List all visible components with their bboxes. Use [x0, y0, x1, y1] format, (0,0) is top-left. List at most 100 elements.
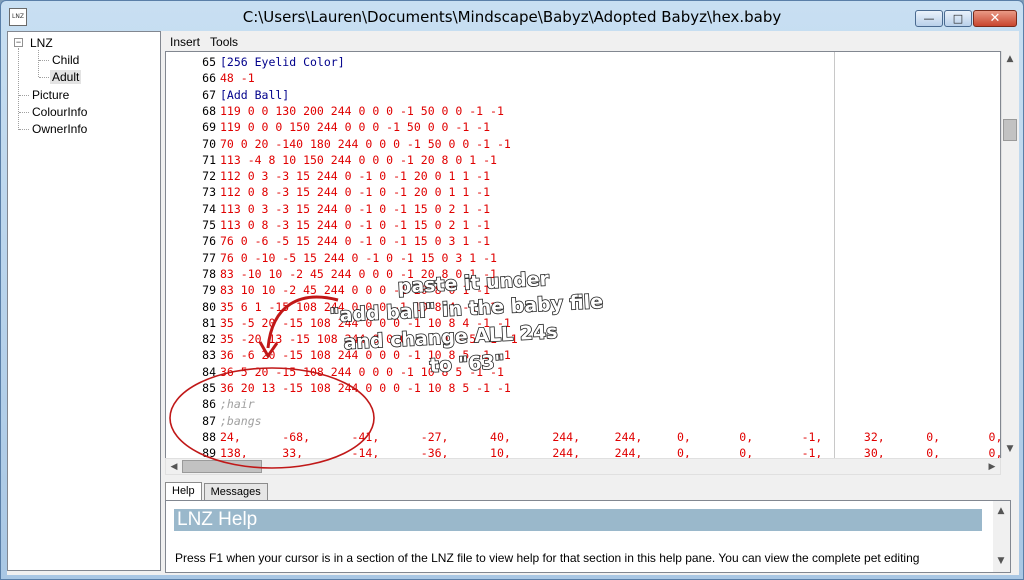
scroll-up-icon[interactable]: ▲: [993, 503, 1009, 519]
tree-item-lnz[interactable]: LNZ: [30, 35, 53, 51]
line-number: 78: [202, 266, 216, 281]
line-number: 74: [202, 201, 216, 216]
line-text: 112 0 8 -3 15 244 0 -1 0 -1 20 0 1 1 -1: [220, 185, 491, 200]
scroll-thumb[interactable]: [182, 460, 262, 473]
menu-insert[interactable]: Insert: [165, 33, 205, 51]
help-title: LNZ Help: [174, 509, 982, 531]
code-line[interactable]: 89 138, 33, -14, -36, 10, 244, 244, 0, 0,…: [170, 445, 1000, 459]
title-bar[interactable]: LNZ C:\Users\Lauren\Documents\Mindscape\…: [1, 1, 1023, 31]
scroll-up-icon[interactable]: ▲: [1002, 51, 1018, 67]
tree-connector: [39, 77, 49, 78]
help-pane: LNZ Help Press F1 when your cursor is in…: [165, 500, 1011, 573]
code-line[interactable]: 68 119 0 0 130 200 244 0 0 0 -1 50 0 0 -1…: [170, 103, 504, 119]
scroll-right-icon[interactable]: ▶: [984, 459, 1000, 475]
code-line[interactable]: 77 76 0 -10 -5 15 244 0 -1 0 -1 15 0 3 1 …: [170, 250, 497, 266]
collapse-icon[interactable]: −: [14, 38, 23, 47]
bottom-tabs: Help Messages: [165, 482, 270, 501]
tree-item-label: Adult: [50, 70, 82, 84]
code-line[interactable]: 81 35 -5 20 -15 108 244 0 0 0 -1 10 8 4 -…: [170, 315, 511, 331]
client-area: − LNZ Child Adult Picture ColourInfo Own…: [7, 31, 1019, 575]
tree-connector: [19, 129, 29, 130]
tree-connector: [18, 48, 19, 130]
line-number: 84: [202, 364, 216, 379]
scroll-thumb[interactable]: [1003, 119, 1017, 141]
tree-connector: [19, 95, 29, 96]
line-number: 75: [202, 218, 216, 232]
horizontal-scrollbar[interactable]: ◀ ▶: [165, 458, 1001, 475]
tab-help[interactable]: Help: [165, 482, 202, 500]
line-number: 83: [202, 348, 216, 363]
tree-connector: [19, 112, 29, 113]
line-text: 36 -6 20 -15 108 244 0 0 0 -1 10 8 5 -1 …: [220, 348, 511, 363]
code-line[interactable]: 87 ;bangs: [170, 413, 261, 429]
code-line[interactable]: 76 76 0 -6 -5 15 244 0 -1 0 -1 15 0 3 1 -…: [170, 233, 490, 249]
code-editor[interactable]: 65 [256 Eyelid Color] 66 48 -1 67 [Add Ball] 6…: [165, 51, 1001, 475]
line-text: 35 -5 20 -15 108 244 0 0 0 -1 10 8 4 -1 …: [220, 315, 511, 330]
vertical-scrollbar[interactable]: ▲ ▼: [1001, 51, 1018, 458]
line-text: 83 10 10 -2 45 244 0 0 0 -1 20 8 0 1 -1: [220, 283, 491, 298]
code-line[interactable]: 86 ;hair: [170, 396, 254, 412]
line-number: 67: [202, 87, 216, 102]
tree-item-child[interactable]: Child: [52, 52, 79, 68]
line-text: 24, -68, -41, -27, 40, 244, 244, 0, 0, -…: [220, 429, 1001, 444]
code-line[interactable]: 88 24, -68, -41, -27, 40, 244, 244, 0, 0,…: [170, 429, 1001, 445]
tree-item-picture[interactable]: Picture: [32, 87, 69, 103]
tree-item-colourinfo[interactable]: ColourInfo: [32, 104, 87, 120]
code-text-area[interactable]: 65 [256 Eyelid Color] 66 48 -1 67 [Add Ball] 6…: [166, 52, 1001, 459]
line-number: 86: [202, 397, 216, 412]
line-text: 113 0 8 -3 15 244 0 -1 0 -1 15 0 2 1 -1: [220, 218, 491, 232]
line-text: 36 20 13 -15 108 244 0 0 0 -1 10 8 5 -1 …: [220, 381, 511, 395]
tab-messages[interactable]: Messages: [203, 483, 268, 501]
code-line[interactable]: 72 112 0 3 -3 15 244 0 -1 0 -1 20 0 1 1 -…: [170, 168, 490, 184]
caption-buttons: — □ ✕: [914, 10, 1017, 28]
scroll-down-icon[interactable]: ▼: [993, 553, 1009, 569]
code-line[interactable]: 66 48 -1: [170, 70, 254, 86]
line-number: 73: [202, 185, 216, 200]
section-tree: − LNZ Child Adult Picture ColourInfo Own…: [7, 31, 161, 571]
line-text: 70 0 20 -140 180 244 0 0 0 -1 50 0 0 -1 …: [220, 136, 511, 151]
code-line[interactable]: 79 83 10 10 -2 45 244 0 0 0 -1 20 8 0 1 -…: [170, 282, 490, 298]
line-number: 85: [202, 381, 216, 395]
line-number: 72: [202, 169, 216, 184]
line-number: 71: [202, 152, 216, 167]
code-line[interactable]: 82 35 -20 13 -15 108 244 0 0 0 -1 10 8 5 …: [170, 331, 518, 347]
line-text: 76 0 -6 -5 15 244 0 -1 0 -1 15 0 3 1 -1: [220, 234, 491, 249]
menu-tools[interactable]: Tools: [205, 33, 243, 51]
line-number: 88: [202, 429, 216, 444]
code-line[interactable]: 75 113 0 8 -3 15 244 0 -1 0 -1 15 0 2 1 -…: [170, 217, 490, 233]
tree-item-label: LNZ: [30, 36, 53, 50]
line-text: 113 -4 8 10 150 244 0 0 0 -1 20 8 0 1 -1: [220, 152, 497, 167]
close-button[interactable]: ✕: [973, 10, 1017, 27]
line-text: 119 0 0 0 150 244 0 0 0 -1 50 0 0 -1 -1: [220, 120, 491, 135]
tree-item-adult[interactable]: Adult: [50, 69, 82, 85]
code-line[interactable]: 83 36 -6 20 -15 108 244 0 0 0 -1 10 8 5 -…: [170, 347, 511, 363]
code-line[interactable]: 78 83 -10 10 -2 45 244 0 0 0 -1 20 8 0 1 …: [170, 266, 497, 282]
minimize-button[interactable]: —: [915, 10, 943, 27]
code-line[interactable]: 71 113 -4 8 10 150 244 0 0 0 -1 20 8 0 1 …: [170, 152, 497, 168]
code-line[interactable]: 69 119 0 0 0 150 244 0 0 0 -1 50 0 0 -1 -…: [170, 119, 490, 135]
code-line[interactable]: 73 112 0 8 -3 15 244 0 -1 0 -1 20 0 1 1 -…: [170, 184, 490, 200]
line-text: 83 -10 10 -2 45 244 0 0 0 -1 20 8 0 1 -1: [220, 266, 497, 281]
code-line[interactable]: 65 [256 Eyelid Color]: [170, 54, 344, 70]
code-line[interactable]: 74 113 0 3 -3 15 244 0 -1 0 -1 15 0 2 1 -…: [170, 201, 490, 217]
code-line[interactable]: 84 36 5 20 -15 108 244 0 0 0 -1 10 8 5 -1…: [170, 364, 504, 380]
help-scrollbar[interactable]: ▲ ▼: [993, 501, 1010, 572]
maximize-button[interactable]: □: [944, 10, 972, 27]
tree-connector: [39, 60, 49, 61]
tree-item-label: Picture: [32, 88, 70, 102]
right-margin-guide: [834, 52, 835, 459]
tree-connector: [38, 50, 39, 77]
line-number: 65: [202, 55, 216, 69]
window-title: C:\Users\Lauren\Documents\Mindscape\Baby…: [242, 8, 782, 26]
app-window: LNZ C:\Users\Lauren\Documents\Mindscape\…: [0, 0, 1024, 580]
line-number: 89: [202, 446, 216, 459]
scroll-left-icon[interactable]: ◀: [166, 459, 182, 475]
code-line[interactable]: 80 35 6 1 -15 108 244 0 0 0 -1 10 8 4 -1 …: [170, 299, 497, 315]
line-number: 66: [202, 71, 216, 86]
tree-item-ownerinfo[interactable]: OwnerInfo: [32, 121, 87, 137]
code-line[interactable]: 70 70 0 20 -140 180 244 0 0 0 -1 50 0 0 -…: [170, 136, 511, 152]
code-line[interactable]: 67 [Add Ball]: [170, 87, 289, 103]
code-line[interactable]: 85 36 20 13 -15 108 244 0 0 0 -1 10 8 5 -…: [170, 380, 511, 396]
scroll-down-icon[interactable]: ▼: [1002, 441, 1018, 457]
tree-item-label: OwnerInfo: [32, 122, 88, 136]
